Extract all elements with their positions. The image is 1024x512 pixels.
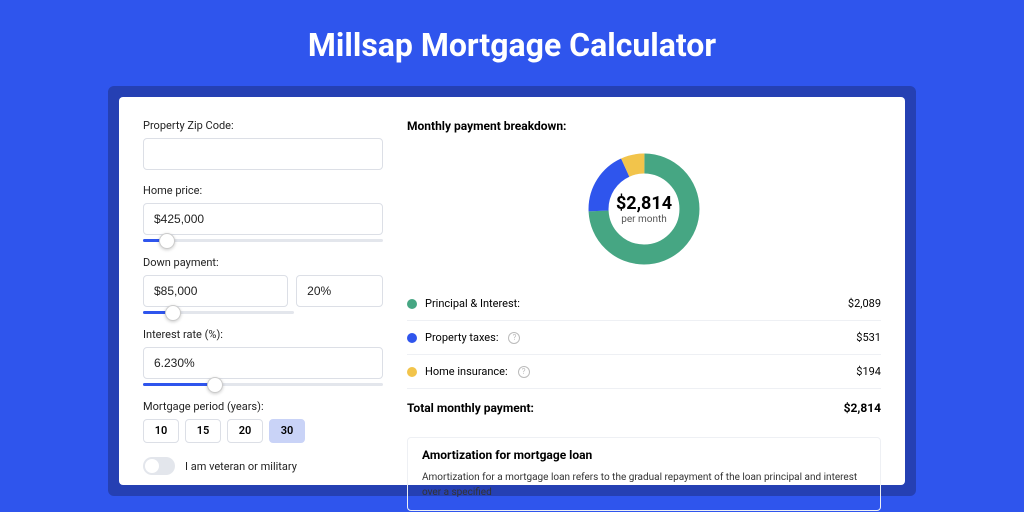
breakdown-label: Property taxes: xyxy=(425,331,498,344)
rate-input[interactable] xyxy=(143,347,383,379)
legend-dot-icon xyxy=(407,333,417,343)
zip-label: Property Zip Code: xyxy=(143,119,383,132)
down-payment-field: Down payment: xyxy=(143,256,383,314)
down-payment-input[interactable] xyxy=(143,275,288,307)
rate-slider[interactable] xyxy=(143,383,383,386)
period-label: Mortgage period (years): xyxy=(143,400,383,413)
home-price-field: Home price: xyxy=(143,184,383,242)
total-row: Total monthly payment: $2,814 xyxy=(407,388,881,427)
period-option-20[interactable]: 20 xyxy=(227,419,263,443)
down-payment-slider-thumb[interactable] xyxy=(165,305,181,321)
breakdown-legend: Property taxes:? xyxy=(407,331,520,344)
amortization-text: Amortization for a mortgage loan refers … xyxy=(422,470,866,500)
rate-field: Interest rate (%): xyxy=(143,328,383,386)
breakdown-rows: Principal & Interest: $2,089 Property taxe… xyxy=(407,287,881,388)
period-option-30[interactable]: 30 xyxy=(269,419,305,443)
amortization-title: Amortization for mortgage loan xyxy=(422,448,866,462)
breakdown-title: Monthly payment breakdown: xyxy=(407,119,881,133)
card-outer: Property Zip Code: Home price: Down paym… xyxy=(108,86,916,496)
legend-dot-icon xyxy=(407,367,417,377)
period-options: 10152030 xyxy=(143,419,383,443)
monthly-payment-donut: $2,814 per month xyxy=(584,149,704,269)
veteran-row: I am veteran or military xyxy=(143,457,383,475)
rate-slider-thumb[interactable] xyxy=(207,377,223,393)
help-icon[interactable]: ? xyxy=(508,332,520,344)
down-payment-slider[interactable] xyxy=(143,311,294,314)
amortization-box: Amortization for mortgage loan Amortizat… xyxy=(407,437,881,511)
breakdown-legend: Home insurance:? xyxy=(407,365,530,378)
calculator-card: Property Zip Code: Home price: Down paym… xyxy=(119,97,905,485)
period-option-15[interactable]: 15 xyxy=(185,419,221,443)
breakdown-label: Home insurance: xyxy=(425,365,508,378)
breakdown-value: $531 xyxy=(856,331,881,344)
veteran-toggle[interactable] xyxy=(143,457,175,475)
home-price-slider-thumb[interactable] xyxy=(159,233,175,249)
donut-amount: $2,814 xyxy=(616,193,672,214)
breakdown-legend: Principal & Interest: xyxy=(407,297,520,310)
down-payment-label: Down payment: xyxy=(143,256,383,269)
results-column: Monthly payment breakdown: $2,814 per mo… xyxy=(407,119,881,485)
breakdown-row: Principal & Interest: $2,089 xyxy=(407,287,881,320)
home-price-input[interactable] xyxy=(143,203,383,235)
period-option-10[interactable]: 10 xyxy=(143,419,179,443)
toggle-knob xyxy=(145,459,159,473)
breakdown-value: $194 xyxy=(856,365,881,378)
donut-center: $2,814 per month xyxy=(584,149,704,269)
zip-field: Property Zip Code: xyxy=(143,119,383,170)
breakdown-label: Principal & Interest: xyxy=(425,297,520,310)
breakdown-value: $2,089 xyxy=(848,297,881,310)
donut-sub: per month xyxy=(621,214,667,225)
legend-dot-icon xyxy=(407,299,417,309)
donut-wrap: $2,814 per month xyxy=(407,143,881,287)
help-icon[interactable]: ? xyxy=(518,366,530,378)
down-payment-pct-input[interactable] xyxy=(296,275,383,307)
period-field: Mortgage period (years): 10152030 xyxy=(143,400,383,443)
form-column: Property Zip Code: Home price: Down paym… xyxy=(143,119,383,485)
page-title: Millsap Mortgage Calculator xyxy=(0,0,1024,86)
veteran-label: I am veteran or military xyxy=(185,460,297,473)
home-price-slider[interactable] xyxy=(143,239,383,242)
rate-label: Interest rate (%): xyxy=(143,328,383,341)
breakdown-row: Property taxes:? $531 xyxy=(407,320,881,354)
breakdown-row: Home insurance:? $194 xyxy=(407,354,881,388)
total-value: $2,814 xyxy=(844,401,881,415)
rate-slider-fill xyxy=(143,383,215,386)
zip-input[interactable] xyxy=(143,138,383,170)
home-price-label: Home price: xyxy=(143,184,383,197)
total-label: Total monthly payment: xyxy=(407,401,534,415)
